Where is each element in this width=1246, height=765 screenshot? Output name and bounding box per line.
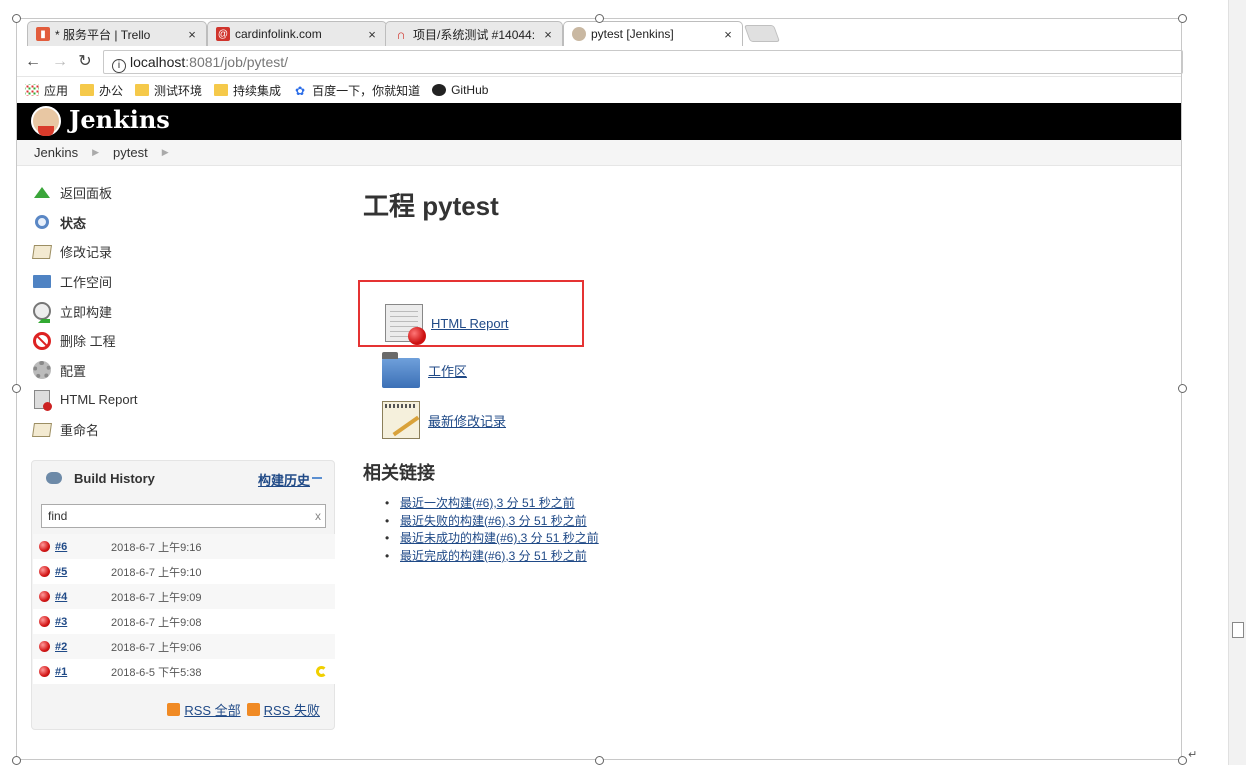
document-frame: ▮ * 服务平台 | Trello × @ cardinfolink.com ×… bbox=[0, 0, 1246, 765]
paragraph-mark-icon: ↵ bbox=[1188, 749, 1198, 761]
scroll-thumb[interactable] bbox=[1232, 622, 1244, 638]
resize-handle[interactable] bbox=[12, 384, 21, 393]
image-selection-border bbox=[16, 18, 1182, 760]
resize-handle[interactable] bbox=[12, 14, 21, 23]
resize-handle[interactable] bbox=[1178, 756, 1187, 765]
document-scrollbar[interactable] bbox=[1228, 0, 1246, 765]
resize-handle[interactable] bbox=[595, 14, 604, 23]
resize-handle[interactable] bbox=[1178, 384, 1187, 393]
resize-handle[interactable] bbox=[1178, 14, 1187, 23]
resize-handle[interactable] bbox=[12, 756, 21, 765]
resize-handle[interactable] bbox=[595, 756, 604, 765]
